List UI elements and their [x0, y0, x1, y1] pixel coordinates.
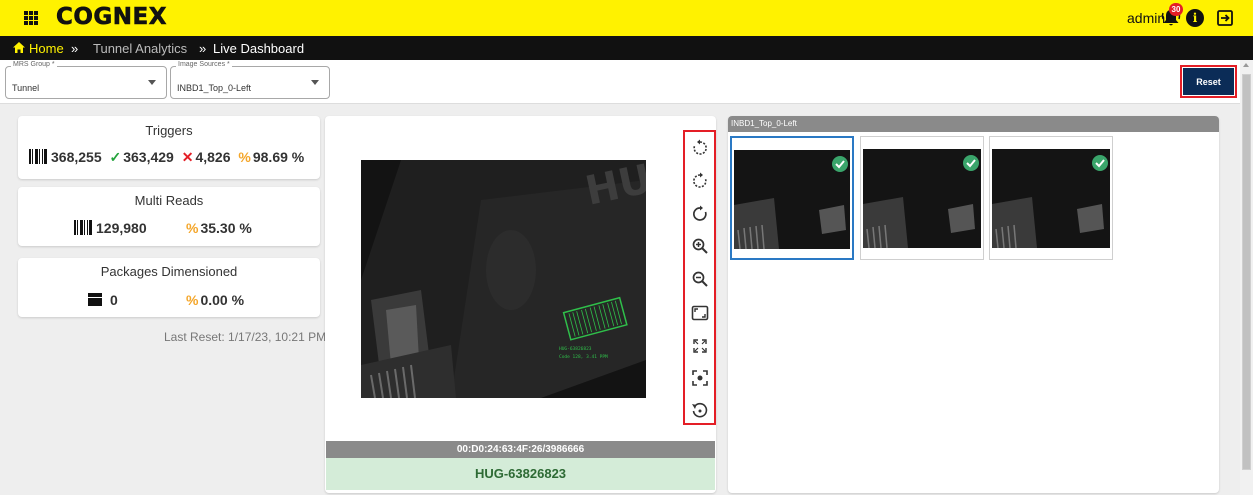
package-image[interactable]: HUG HUG-63826823 Code 128, 3.41 PPM: [361, 160, 646, 398]
last-reset-text: Last Reset: 1/17/23, 10:21 PM: [164, 330, 327, 344]
info-icon[interactable]: i: [1186, 9, 1204, 27]
top-bar: COGNEX admin 30 i: [0, 0, 1253, 36]
fit-screen-icon[interactable]: [691, 304, 709, 322]
reset-button[interactable]: Reset: [1183, 68, 1234, 95]
barcode-icon: [29, 149, 47, 164]
check-circle-icon: [832, 156, 848, 172]
check-circle-icon: [963, 155, 979, 171]
scroll-up-icon[interactable]: [1243, 63, 1249, 67]
triggers-stats: 368,255 ✓ 363,429 ✕ 4,826 % 98.69 %: [29, 149, 304, 166]
breadcrumb-current-page: Live Dashboard: [213, 41, 305, 56]
decoded-result: HUG-63826823: [326, 458, 715, 490]
mrs-group-value: Tunnel: [12, 83, 40, 93]
packages-rate-stat: % 0.00 %: [182, 292, 244, 308]
packages-rate: 0.00 %: [200, 292, 245, 308]
close-icon: ✕: [181, 149, 194, 165]
filter-bar: MRS Group * Tunnel Image Sources * INBD1…: [0, 60, 1240, 104]
package-icon: [88, 293, 102, 306]
packages-total: 0: [110, 292, 118, 308]
triggers-good: 363,429: [123, 149, 174, 165]
image-sources-label: Image Sources *: [176, 61, 232, 68]
overlay-code-text: HUG-63826823: [559, 346, 592, 352]
barcode-icon: [74, 220, 92, 235]
notification-badge: 30: [1169, 3, 1183, 16]
mrs-group-label: MRS Group *: [11, 61, 57, 68]
multi-reads-rate-stat: % 35.30 %: [182, 220, 252, 236]
logout-icon[interactable]: [1216, 9, 1234, 27]
check-circle-icon: [1092, 155, 1108, 171]
page-scrollbar[interactable]: [1240, 60, 1253, 495]
image-source-title: INBD1_Top_0-Left: [728, 116, 1219, 132]
image-thumbnail[interactable]: [730, 136, 854, 260]
breadcrumb-home-link[interactable]: Home: [29, 41, 64, 56]
percent-icon: %: [186, 292, 199, 308]
cognex-logo[interactable]: COGNEX: [56, 4, 167, 31]
triggers-rate: 98.69 %: [252, 149, 305, 165]
triggers-bad: 4,826: [195, 149, 231, 165]
multi-reads-card: Multi Reads 129,980 % 35.30 %: [18, 187, 320, 246]
flip-icon[interactable]: [691, 205, 709, 223]
zoom-out-icon[interactable]: [691, 270, 709, 288]
packages-total-stat: 0: [88, 292, 118, 308]
breadcrumb-tunnel-analytics[interactable]: Tunnel Analytics: [93, 41, 187, 56]
home-icon[interactable]: [13, 42, 25, 53]
image-thumbnail[interactable]: [989, 136, 1113, 260]
packages-card: Packages Dimensioned 0 % 0.00 %: [18, 258, 320, 317]
zoom-in-icon[interactable]: [691, 237, 709, 255]
multi-reads-total-stat: 129,980: [74, 220, 147, 236]
rotate-right-icon[interactable]: [691, 172, 709, 190]
mrs-group-select[interactable]: MRS Group * Tunnel: [5, 61, 167, 99]
image-thumbnail[interactable]: [860, 136, 984, 260]
app-grid-icon[interactable]: [24, 11, 38, 25]
breadcrumb: Home » Tunnel Analytics » Live Dashboard: [0, 36, 1253, 60]
center-focus-icon[interactable]: [691, 369, 709, 387]
percent-icon: %: [238, 149, 251, 165]
breadcrumb-separator: »: [71, 41, 79, 56]
rotate-left-icon[interactable]: [691, 139, 709, 157]
reset-view-icon[interactable]: [691, 401, 709, 419]
chevron-down-icon: [311, 80, 319, 85]
multi-reads-title: Multi Reads: [134, 193, 204, 208]
breadcrumb-separator: »: [199, 41, 207, 56]
packages-title: Packages Dimensioned: [100, 264, 238, 279]
triggers-title: Triggers: [145, 123, 193, 138]
percent-icon: %: [186, 220, 199, 236]
image-sources-value: INBD1_Top_0-Left: [177, 83, 252, 93]
package-image-graphic: HUG HUG-63826823 Code 128, 3.41 PPM: [361, 160, 646, 398]
scrollbar-thumb[interactable]: [1242, 74, 1251, 470]
triggers-card: Triggers 368,255 ✓ 363,429 ✕ 4,826 % 98.69 …: [18, 116, 320, 179]
device-id-bar: 00:D0:24:63:4F:26/3986666: [326, 441, 715, 458]
chevron-down-icon: [148, 80, 156, 85]
multi-reads-total: 129,980: [96, 220, 147, 236]
triggers-total: 368,255: [51, 149, 102, 165]
expand-icon[interactable]: [691, 337, 709, 355]
image-sources-select[interactable]: Image Sources * INBD1_Top_0-Left: [170, 61, 330, 99]
overlay-detail-text: Code 128, 3.41 PPM: [559, 354, 608, 360]
multi-reads-rate: 35.30 %: [200, 220, 252, 236]
check-icon: ✓: [109, 149, 122, 165]
